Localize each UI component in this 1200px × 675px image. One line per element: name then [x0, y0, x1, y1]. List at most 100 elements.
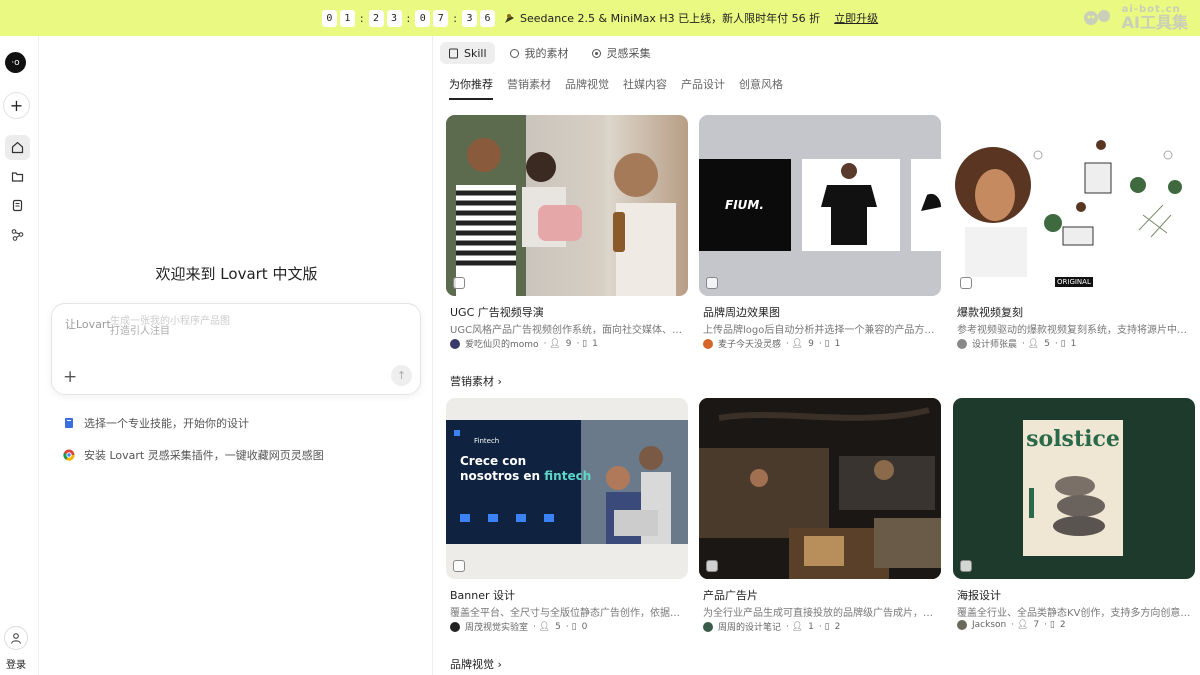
home-button[interactable] [5, 135, 30, 160]
assets-icon [509, 48, 519, 58]
users-count: 1 [808, 621, 814, 632]
cat-tab-social[interactable]: 社媒内容 [623, 76, 667, 100]
countdown-digit: 6 [479, 9, 495, 27]
card-description: 上传品牌logo后自动分析并选择一个兼容的产品方… [703, 325, 935, 336]
skill-hint-text: 选择一个专业技能，开始你的设计 [84, 417, 249, 430]
lovart-logo-icon[interactable]: ·o [5, 52, 26, 73]
skill-hint[interactable]: 选择一个专业技能，开始你的设计 [62, 415, 249, 431]
brand-logo-text: FIUM. [725, 198, 764, 212]
card-description: UGC风格产品广告视频创作系统，面向社交媒体、… [450, 325, 683, 336]
projects-button[interactable] [5, 164, 30, 189]
bookmark-icon: · ▯ [576, 338, 588, 349]
countdown-sep: : [359, 11, 364, 25]
skills-button[interactable] [5, 193, 30, 218]
card-title: 爆款视频复刻 [957, 306, 1023, 319]
bookmark-icon: · ▯ [818, 338, 830, 349]
bookmark-icon: · ▯ [1054, 338, 1066, 349]
author-name: Jackson [972, 620, 1007, 630]
card-title: 产品广告片 [703, 589, 758, 602]
author-name: 爱吃仙贝的momo [465, 340, 539, 350]
tab-skill[interactable]: Skill [440, 42, 495, 64]
section-title: 品牌视觉 [450, 658, 494, 671]
community-button[interactable] [5, 222, 30, 247]
upgrade-link[interactable]: 立即升级 [834, 10, 878, 26]
poster-title: solstice [1026, 426, 1120, 452]
prompt-input[interactable]: 让Lovart 生成一张我的小程序产品图 打造引人注目 + ↑ [51, 303, 421, 395]
login-link[interactable]: 登录 [6, 656, 26, 671]
user-avatar-button[interactable] [4, 626, 28, 650]
folder-icon [11, 172, 24, 182]
watermark-text: AI工具集 [1121, 13, 1188, 32]
saves-count: 1 [592, 338, 598, 349]
placeholder-sub: 打造引人注目 [110, 326, 170, 337]
cat-tab-creative[interactable]: 创意风格 [739, 76, 783, 100]
inspiration-icon [591, 48, 601, 58]
card-thumbnail: FIUM. [699, 115, 941, 296]
tab-my-assets[interactable]: 我的素材 [501, 42, 577, 64]
image-icon [453, 560, 465, 572]
cat-tab-recommended[interactable]: 为你推荐 [449, 76, 493, 100]
author-name: 麦子今天没灵感 [718, 340, 782, 350]
card-description: 覆盖全平台、全尺寸与全版位静态广告创作，依据品… [450, 608, 684, 619]
countdown-digit: 0 [415, 9, 431, 27]
card-title: UGC 广告视频导演 [450, 306, 544, 319]
share-nodes-icon [11, 229, 24, 241]
left-rail: ·o + 登录 [0, 36, 39, 675]
user-icon: · 👤︎ [786, 338, 804, 349]
video-icon [960, 277, 972, 289]
home-icon [11, 141, 24, 154]
users-count: 7 [1033, 620, 1040, 630]
card-meta: 周周的设计笔记 · 👤︎ 1 · ▯ 2 [703, 620, 840, 633]
author-avatar [957, 620, 967, 630]
countdown-digit: 3 [461, 9, 477, 27]
card-description: 参考视频驱动的爆款视频复刻系统，支持将源片中的… [957, 325, 1191, 336]
welcome-title: 欢迎来到 Lovart 中文版 [155, 265, 318, 283]
card-thumbnail: ORIGINAL [953, 115, 1195, 296]
cat-tab-marketing[interactable]: 营销素材 [507, 76, 551, 100]
card-meta: Jackson · 👤︎ 7 · ▯ 2 [957, 620, 1066, 630]
author-avatar [703, 338, 713, 349]
category-tabs: 为你推荐 营销素材 品牌视觉 社媒内容 产品设计 创意风格 [449, 76, 783, 100]
image-icon [960, 560, 972, 572]
section-marketing[interactable]: 营销素材 › [450, 373, 502, 389]
send-button[interactable]: ↑ [391, 365, 412, 386]
countdown-sep: : [406, 11, 411, 25]
bookmark-icon: · ▯ [1044, 620, 1055, 630]
author-avatar [703, 621, 713, 632]
countdown: 0 1 : 2 3 : 0 7 : 3 6 [321, 9, 495, 27]
robot-logo-icon [1083, 10, 1110, 25]
author-name: 周周的设计笔记 [718, 623, 782, 633]
section-brand[interactable]: 品牌视觉 › [450, 656, 502, 672]
card-thumbnail [699, 398, 941, 579]
user-icon [11, 633, 21, 644]
tab-label: 我的素材 [524, 47, 569, 60]
cat-tab-brand[interactable]: 品牌视觉 [565, 76, 609, 100]
countdown-digit: 2 [368, 9, 384, 27]
countdown-digit: 1 [339, 9, 355, 27]
banner-headline: Crece con nosotros en fintech [460, 454, 591, 484]
scroll-icon [12, 199, 23, 212]
user-icon: · 👤︎ [543, 338, 561, 349]
headline-line: nosotros en [460, 469, 541, 483]
card-description: 覆盖全行业、全品类静态KV创作，支持多方向创意… [957, 608, 1191, 619]
author-avatar [450, 338, 460, 349]
card-meta: 爱吃仙贝的momo · 👤︎ 9 · ▯ 1 [450, 337, 598, 350]
cat-tab-product[interactable]: 产品设计 [681, 76, 725, 100]
chrome-icon [62, 448, 76, 462]
plugin-hint[interactable]: 安装 Lovart 灵感采集插件，一键收藏网页灵感图 [62, 447, 324, 463]
bookmark-icon: · ▯ [818, 621, 830, 632]
users-count: 9 [808, 338, 814, 349]
card-meta: 麦子今天没灵感 · 👤︎ 9 · ▯ 1 [703, 337, 840, 350]
users-count: 5 [1044, 338, 1050, 349]
attach-button[interactable]: + [63, 367, 77, 387]
card-thumbnail: Fintech Crece con nosotros en fintech [446, 398, 688, 579]
tab-inspiration[interactable]: 灵感采集 [583, 42, 659, 64]
card-title: Banner 设计 [450, 589, 516, 602]
watermark: ai-bot.cn AI工具集 [1082, 5, 1188, 31]
video-icon [706, 277, 718, 289]
video-icon [453, 277, 465, 289]
user-icon: · 👤︎ [1011, 620, 1029, 630]
section-title: 营销素材 [450, 375, 494, 388]
user-icon: · 👤︎ [1022, 338, 1040, 349]
new-project-button[interactable]: + [3, 92, 30, 119]
